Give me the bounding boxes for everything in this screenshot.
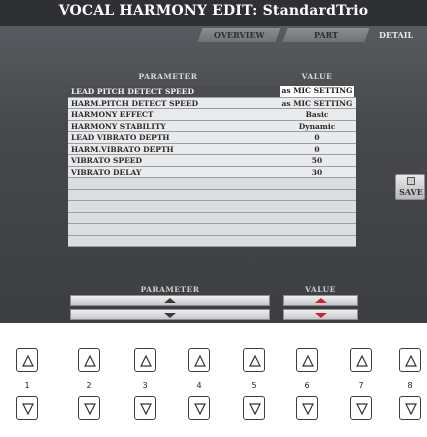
triangle-down-icon	[22, 403, 34, 415]
hardware-up-button-4[interactable]	[188, 348, 210, 372]
column-header-parameter: PARAMETER	[138, 72, 198, 81]
triangle-down-icon	[194, 403, 206, 415]
hardware-down-button-1[interactable]	[16, 396, 38, 420]
triangle-up-icon	[140, 355, 152, 367]
hardware-up-button-1[interactable]	[16, 348, 38, 372]
parameter-panel: PARAMETER VALUE LEAD PITCH DETECT SPEED …	[68, 72, 356, 277]
save-icon	[407, 177, 415, 185]
triangle-up-icon	[249, 355, 261, 367]
table-row[interactable]: HARMONY STABILITY Dynamic	[68, 120, 356, 132]
hardware-down-button-6[interactable]	[296, 396, 318, 420]
table-row[interactable]: LEAD PITCH DETECT SPEED as MIC SETTING	[68, 86, 356, 98]
table-row[interactable]: VIBRATO SPEED 50	[68, 155, 356, 167]
triangle-down-icon	[356, 403, 368, 415]
parameter-value: 30	[311, 167, 323, 177]
hardware-up-button-8[interactable]	[399, 348, 421, 372]
parameter-down-button[interactable]	[70, 309, 270, 320]
parameter-name: HARMONY STABILITY	[71, 121, 166, 131]
save-label: SAVE	[399, 187, 423, 197]
hardware-down-button-8[interactable]	[399, 396, 421, 420]
triangle-down-icon	[249, 403, 261, 415]
parameter-name: VIBRATO DELAY	[71, 167, 142, 177]
hardware-up-button-5[interactable]	[243, 348, 265, 372]
button-number: 1	[24, 381, 30, 390]
triangle-down-icon	[302, 403, 314, 415]
tab-overview-label: OVERVIEW	[213, 30, 265, 40]
lcd-screen: VOCAL HARMONY EDIT: StandardTrio OVERVIE…	[0, 0, 427, 323]
empty-row	[68, 189, 356, 201]
parameter-value: as MIC SETTING	[280, 86, 354, 97]
column-header-value: VALUE	[301, 72, 333, 81]
hardware-up-button-2[interactable]	[78, 348, 100, 372]
tab-detail-label: DETAIL	[378, 30, 414, 40]
arrow-up-icon	[314, 298, 327, 303]
tab-bar: OVERVIEW PART DETAIL	[0, 26, 427, 42]
tab-part-label: PART	[313, 30, 339, 40]
table-row[interactable]: HARM.PITCH DETECT SPEED as MIC SETTING	[68, 97, 356, 109]
triangle-up-icon	[302, 355, 314, 367]
parameter-name: HARMONY EFFECT	[71, 110, 154, 119]
parameter-name: HARM.PITCH DETECT SPEED	[71, 98, 199, 108]
arrow-down-icon	[314, 313, 327, 318]
hardware-down-button-4[interactable]	[188, 396, 210, 420]
parameter-name: LEAD VIBRATO DEPTH	[71, 133, 170, 142]
triangle-down-icon	[405, 403, 417, 415]
triangle-down-icon	[140, 403, 152, 415]
button-number: 4	[196, 381, 202, 390]
hardware-up-button-6[interactable]	[296, 348, 318, 372]
table-row[interactable]: LEAD VIBRATO DEPTH 0	[68, 132, 356, 144]
empty-row	[68, 178, 356, 190]
tab-part[interactable]: PART	[282, 28, 370, 42]
table-row[interactable]: HARM.VIBRATO DEPTH 0	[68, 143, 356, 155]
button-number: 5	[251, 381, 257, 390]
button-number: 7	[358, 381, 364, 390]
parameter-value: Dynamic	[298, 121, 336, 131]
parameter-value: 0	[314, 144, 320, 154]
parameter-list: LEAD PITCH DETECT SPEED as MIC SETTING H…	[68, 86, 356, 247]
tab-detail[interactable]: DETAIL	[365, 28, 426, 42]
parameter-name: VIBRATO SPEED	[71, 156, 143, 165]
arrow-down-icon	[164, 313, 176, 318]
hardware-up-button-7[interactable]	[350, 348, 372, 372]
empty-row	[68, 201, 356, 213]
parameter-value: 0	[314, 133, 320, 142]
empty-row	[68, 224, 356, 236]
title-bar: VOCAL HARMONY EDIT: StandardTrio	[0, 0, 427, 26]
triangle-up-icon	[194, 355, 206, 367]
tab-overview[interactable]: OVERVIEW	[197, 28, 281, 42]
parameter-value: as MIC SETTING	[281, 98, 353, 108]
button-number: 3	[142, 381, 148, 390]
hardware-down-button-5[interactable]	[243, 396, 265, 420]
value-down-button[interactable]	[283, 309, 358, 320]
parameter-name: LEAD PITCH DETECT SPEED	[71, 87, 194, 96]
hardware-up-button-3[interactable]	[134, 348, 156, 372]
button-number: 6	[304, 381, 310, 390]
empty-row	[68, 212, 356, 224]
page-title: VOCAL HARMONY EDIT: StandardTrio	[58, 3, 369, 19]
table-row[interactable]: HARMONY EFFECT Basic	[68, 109, 356, 121]
triangle-up-icon	[405, 355, 417, 367]
value-footer-label: VALUE	[305, 285, 336, 294]
value-up-button[interactable]	[283, 295, 358, 306]
hardware-down-button-3[interactable]	[134, 396, 156, 420]
triangle-up-icon	[356, 355, 368, 367]
hardware-down-button-2[interactable]	[78, 396, 100, 420]
arrow-up-icon	[164, 298, 176, 303]
empty-row	[68, 235, 356, 247]
parameter-name: HARM.VIBRATO DEPTH	[71, 144, 174, 154]
triangle-up-icon	[22, 355, 34, 367]
button-number: 2	[86, 381, 92, 390]
triangle-down-icon	[84, 403, 96, 415]
save-button[interactable]: SAVE	[395, 174, 425, 200]
button-number: 8	[407, 381, 413, 390]
parameter-value: 50	[311, 156, 323, 165]
table-row[interactable]: VIBRATO DELAY 30	[68, 166, 356, 178]
triangle-up-icon	[84, 355, 96, 367]
parameter-footer-label: PARAMETER	[140, 285, 200, 294]
hardware-down-button-7[interactable]	[350, 396, 372, 420]
parameter-value: Basic	[305, 110, 329, 119]
parameter-up-button[interactable]	[70, 295, 270, 306]
